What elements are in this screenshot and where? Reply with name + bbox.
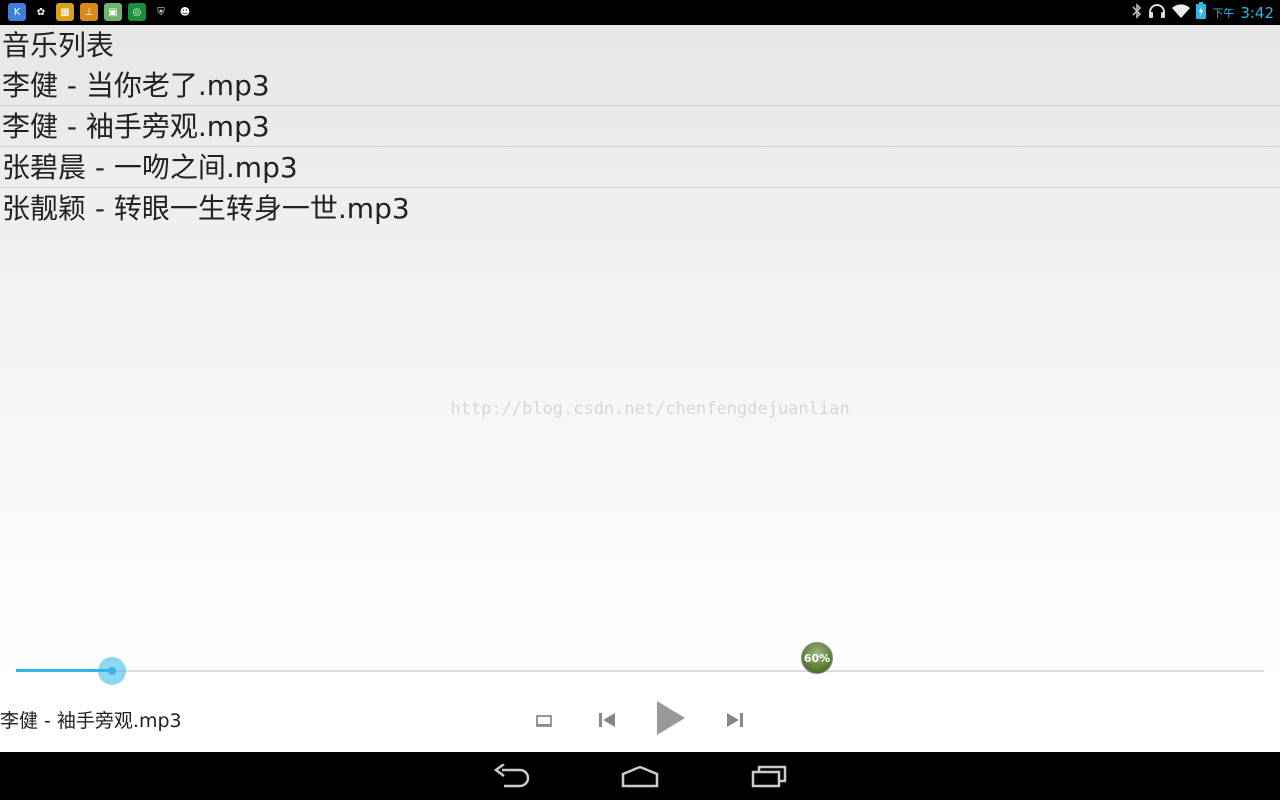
song-list-item[interactable]: 张靓颖 - 转眼一生转身一世.mp3 <box>0 188 1280 229</box>
next-icon <box>727 713 743 727</box>
shield-icon: ⛨ <box>152 3 170 21</box>
play-icon <box>657 701 685 735</box>
song-list-item[interactable]: 张碧晨 - 一吻之间.mp3 <box>0 147 1280 188</box>
clock: 3:42 <box>1240 3 1274 22</box>
back-icon <box>493 763 530 788</box>
home-button[interactable] <box>621 765 659 792</box>
clock-period: 下午 <box>1212 6 1235 20</box>
previous-button[interactable] <box>598 712 616 732</box>
progress-thumb[interactable] <box>98 657 127 685</box>
gallery-icon: ▣ <box>104 3 122 21</box>
song-list: 李健 - 当你老了.mp3 李健 - 袖手旁观.mp3 张碧晨 - 一吻之间.mp3… <box>0 65 1280 229</box>
volume-badge[interactable]: 60% <box>801 642 833 674</box>
progress-track <box>16 670 1264 672</box>
status-bar: K ✿ ▦ ⊥ ▣ ◎ ⛨ ☻ 下午 3:42 <box>0 0 1280 25</box>
kuaibo-icon: K <box>8 3 26 21</box>
music-player-app: 音乐列表 李健 - 当你老了.mp3 李健 - 袖手旁观.mp3 张碧晨 - 一吻之… <box>0 25 1280 752</box>
wifi-icon <box>1172 3 1191 22</box>
progress-seekbar[interactable] <box>16 657 1264 685</box>
grid-app-icon: ▦ <box>56 3 74 21</box>
play-button[interactable] <box>656 700 686 740</box>
bluetooth-icon <box>1132 2 1142 23</box>
now-playing-title: 李健 - 袖手旁观.mp3 <box>0 710 182 732</box>
next-button[interactable] <box>726 712 744 732</box>
flower-icon: ✿ <box>32 3 50 21</box>
home-icon <box>621 765 659 788</box>
monitor-icon: ⊥ <box>80 3 98 21</box>
stop-icon <box>536 715 552 727</box>
stop-button[interactable] <box>536 713 552 732</box>
headphones-icon <box>1148 3 1166 23</box>
recent-apps-icon <box>751 765 787 788</box>
progress-thumb-dot <box>108 667 117 675</box>
download-circle-icon: ◎ <box>128 3 146 21</box>
song-list-item[interactable]: 李健 - 袖手旁观.mp3 <box>0 106 1280 147</box>
previous-icon <box>599 713 615 727</box>
battery-icon <box>1196 2 1207 23</box>
back-button[interactable] <box>493 763 530 794</box>
song-list-item[interactable]: 李健 - 当你老了.mp3 <box>0 65 1280 106</box>
watermark-url: http://blog.csdn.net/chenfengdejuanlian <box>450 399 850 419</box>
recent-apps-button[interactable] <box>751 764 787 792</box>
android-icon: ☻ <box>176 3 194 21</box>
list-title: 音乐列表 <box>2 29 115 62</box>
system-status: 下午 3:42 <box>1132 0 1274 25</box>
notification-icons: K ✿ ▦ ⊥ ▣ ◎ ⛨ ☻ <box>8 3 194 21</box>
navigation-bar <box>0 752 1280 800</box>
